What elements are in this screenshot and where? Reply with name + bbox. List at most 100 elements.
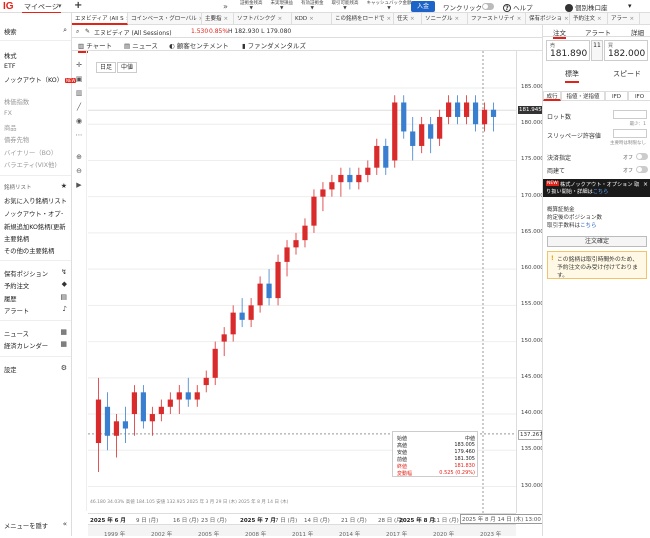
more-icon[interactable]: ⋯ <box>75 131 83 139</box>
fee-info[interactable]: 取引手数料はこちら <box>547 221 597 229</box>
price-type-button[interactable]: 中値 <box>117 62 138 73</box>
play-icon[interactable]: ▶ <box>75 181 83 189</box>
order-tab-limit[interactable]: 指値・逆指値 <box>561 91 605 101</box>
tab-orders[interactable]: 予約注文 × <box>570 13 608 25</box>
close-icon: × <box>277 16 283 22</box>
ig-logo[interactable]: IG <box>3 1 14 12</box>
sidebar-item-knockout[interactable]: ノックアウト（KO） NEW <box>4 75 77 84</box>
sidebar-item-indices[interactable]: 株価指数 <box>4 97 29 106</box>
order-tab-ifo[interactable]: IFO <box>628 91 650 101</box>
order-tab-ifd[interactable]: IFD <box>605 91 628 101</box>
promo-banner[interactable]: NEW 株式ノックアウト・オプション 取 り扱い開始・詳細はこちら × <box>543 179 650 197</box>
sidebar-item-stocks[interactable]: 株式 <box>4 51 17 60</box>
tab-load-instrument[interactable]: この銘柄をロードで × <box>332 13 394 25</box>
user-icon <box>565 4 573 12</box>
sidebar-item-fx[interactable]: FX <box>4 110 12 117</box>
watchlist-title: 銘柄リスト <box>4 185 32 191</box>
eye-icon[interactable]: ◉ <box>75 117 83 125</box>
sell-quote-button[interactable]: 売 181.890 <box>546 40 590 61</box>
pencil-icon[interactable]: ✎ <box>85 28 90 35</box>
buy-quote-button[interactable]: 買 182.000 <box>604 40 648 61</box>
candle-body <box>383 145 389 168</box>
tab-alerts[interactable]: アラー × <box>608 13 640 25</box>
hedge-label: 両建て <box>547 168 566 175</box>
tab-fundamentals[interactable]: ▮ ファンダメンタルズ <box>242 40 306 50</box>
timeline-label: 2002 年 <box>151 532 173 538</box>
crosshair-icon[interactable]: ✛ <box>75 61 83 69</box>
deposit-button[interactable]: 入金 <box>411 1 435 12</box>
watchlist-favorites[interactable]: お気に入り銘柄リスト <box>4 196 67 205</box>
order-tab-market[interactable]: 成行 <box>543 91 561 101</box>
tab-kddi[interactable]: KDD × <box>292 13 332 25</box>
tab-softbank[interactable]: ソフトバンクグ × <box>234 13 292 25</box>
watchlist-new-ko[interactable]: 新規追加KO銘柄(更新 <box>4 222 66 231</box>
tab-positions[interactable]: 保有ポジショ × <box>526 13 570 25</box>
tab-sony[interactable]: ソニーグル × <box>422 13 468 25</box>
sidebar-search[interactable]: 検索 <box>4 27 17 36</box>
collapse-icon[interactable]: « <box>63 520 67 528</box>
pen-icon[interactable]: ╱ <box>75 103 83 111</box>
candle-body <box>472 102 479 125</box>
tab-alert[interactable]: アラート <box>585 27 611 37</box>
zoom-in-icon[interactable]: ⊕ <box>75 153 83 161</box>
sidebar-news[interactable]: ニュース <box>4 329 29 338</box>
ohlc-type: 中値 <box>464 436 475 442</box>
candle-body <box>230 312 236 335</box>
account-menu[interactable]: 個別株口座 <box>565 2 608 12</box>
order-type-standard[interactable]: 標準 <box>565 69 579 83</box>
search-icon[interactable]: ⌕ <box>76 28 79 36</box>
sidebar-orders[interactable]: 予約注文 <box>4 281 29 290</box>
timeline-navigator[interactable]: 1999 年 2002 年 2005 年 2008 年 2011 年 2014 年 2017… <box>88 524 516 538</box>
tab-detail[interactable]: 詳細 <box>631 27 644 37</box>
tab-sentiment[interactable]: ◐ 顧客センチメント <box>169 40 229 50</box>
sidebar-item-variety[interactable]: バラエティ(VIX他) <box>4 160 57 169</box>
tab-fast-retailing[interactable]: ファーストリテイ × <box>468 13 526 25</box>
sidebar-item-bond-futures[interactable]: 債券先物 <box>4 135 29 144</box>
settings-icon[interactable]: ▣ <box>75 75 83 83</box>
interval-daily-button[interactable]: 日足 <box>96 62 117 73</box>
close-icon: × <box>386 16 392 22</box>
lot-input[interactable] <box>613 110 647 119</box>
hedge-toggle[interactable] <box>636 166 648 173</box>
watchlist-knockout[interactable]: ノックアウト・オプ･ <box>4 209 64 218</box>
sidebar-item-commodities[interactable]: 商品 <box>4 123 17 132</box>
confirm-order-button[interactable]: 注文確定 <box>547 236 647 247</box>
chevron-down-icon[interactable]: ▾ <box>628 2 632 10</box>
close-icon[interactable]: × <box>643 181 648 188</box>
tab-news[interactable]: ▤ ニュース <box>124 40 158 50</box>
double-chevron-icon[interactable]: » <box>223 2 228 11</box>
order-type-speed[interactable]: スピード <box>613 69 641 79</box>
tab-coinbase[interactable]: コインベース・グローバル× <box>128 13 202 25</box>
sidebar-alerts[interactable]: アラート <box>4 306 29 315</box>
timeline-label: 2023 年 <box>480 532 502 538</box>
help-link[interactable]: ? ヘルプ <box>503 2 533 12</box>
settle-toggle[interactable] <box>636 153 648 160</box>
sidebar-item-binary[interactable]: バイナリー（BO） <box>4 148 57 157</box>
chevron-down-icon[interactable]: ▾ <box>58 2 62 10</box>
close-icon: × <box>629 16 635 22</box>
sidebar-item-etf[interactable]: ETF <box>4 63 15 70</box>
hide-menu-button[interactable]: メニューを隠す <box>4 521 48 530</box>
candle-body <box>95 399 102 444</box>
tab-major-index[interactable]: 主要指 × <box>202 13 234 25</box>
indicator-icon[interactable]: ▥ <box>75 89 83 97</box>
tab-order[interactable]: 注文 <box>553 27 566 39</box>
sidebar-positions[interactable]: 保有ポジション <box>4 269 48 278</box>
top-bar: IG マイページ ▾ + » 証拠金残高 ▼ 未実現損益 ▼ 有効証拠金 ▼ 取引可能… <box>0 0 650 14</box>
zoom-out-icon[interactable]: ⊖ <box>75 167 83 175</box>
sidebar-settings[interactable]: 設定 <box>4 365 17 374</box>
watchlist-other[interactable]: その他の主要銘柄 <box>4 246 54 255</box>
sidebar-calendar[interactable]: 経済カレンダー <box>4 341 48 350</box>
tab-nvidia[interactable]: エヌビディア (All S× <box>72 13 128 25</box>
candle-body <box>401 102 407 132</box>
tab-nintendo[interactable]: 任天 × <box>394 13 422 25</box>
sidebar-history[interactable]: 履歴 <box>4 294 17 303</box>
search-icon[interactable]: ⌕ <box>63 26 67 35</box>
close-icon: × <box>223 16 229 22</box>
oneclick-toggle[interactable] <box>482 3 494 10</box>
watchlist-major[interactable]: 主要銘柄 <box>4 234 29 243</box>
add-tab-icon[interactable]: + <box>74 0 82 11</box>
star-icon[interactable]: ★ <box>61 182 67 190</box>
slippage-input[interactable] <box>613 129 647 138</box>
candle-body <box>158 406 164 415</box>
